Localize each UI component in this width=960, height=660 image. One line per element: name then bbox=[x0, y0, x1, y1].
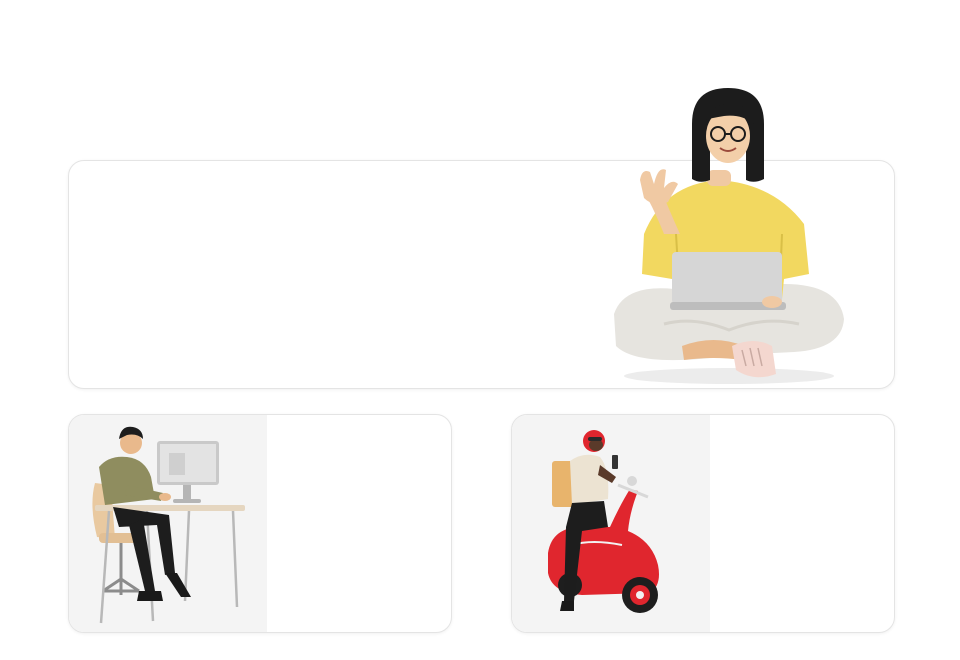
card-thumbnail bbox=[512, 415, 710, 632]
page bbox=[0, 0, 960, 660]
card-thumbnail bbox=[69, 415, 267, 632]
card-scooter-courier[interactable] bbox=[511, 414, 895, 633]
card-desk-worker[interactable] bbox=[68, 414, 452, 633]
courier-on-scooter-icon bbox=[548, 430, 659, 613]
woman-with-laptop-icon bbox=[604, 84, 850, 386]
man-at-desk-icon bbox=[92, 426, 245, 624]
